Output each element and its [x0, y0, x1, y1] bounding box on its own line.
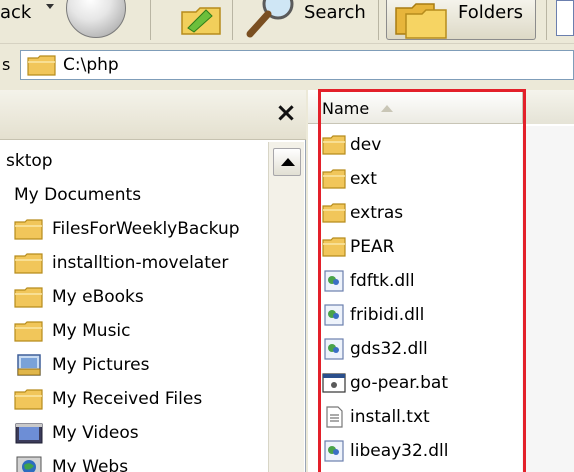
webs-folder-icon: [16, 456, 42, 472]
close-icon[interactable]: ×: [272, 99, 300, 127]
list-item[interactable]: gds32.dll: [322, 332, 428, 366]
tree-item-label: FilesForWeeklyBackup: [52, 219, 240, 239]
dll-icon: [324, 304, 344, 326]
list-item[interactable]: fribidi.dll: [322, 298, 424, 332]
tree-item-label: My Pictures: [52, 355, 150, 375]
toolbar-separator: [378, 0, 379, 40]
list-item[interactable]: dev: [322, 128, 381, 162]
folder-icon: [14, 389, 43, 410]
toolbar-separator: [546, 0, 547, 40]
folders-icon: [395, 3, 447, 39]
column-header-row: Name: [308, 90, 574, 124]
address-label: s: [2, 55, 11, 74]
tree-item-my-received-files[interactable]: My Received Files: [14, 382, 202, 416]
tree-item-label: sktop: [6, 151, 53, 171]
txt-icon: [326, 406, 343, 428]
next-column-header[interactable]: [522, 90, 574, 124]
search-button[interactable]: Search: [304, 0, 366, 38]
folders-label-wrap: Folders: [458, 0, 523, 38]
address-bar: s C:\php: [0, 46, 574, 84]
file-name: install.txt: [350, 407, 430, 427]
folders-pane-header: ×: [0, 90, 306, 140]
tree-item-label: My eBooks: [52, 287, 144, 307]
bat-icon: [322, 373, 346, 393]
pictures-folder-icon: [17, 354, 41, 376]
search-label: Search: [304, 1, 366, 23]
forward-button[interactable]: [66, 0, 126, 38]
toolbar-separator: [150, 0, 151, 40]
dll-icon: [324, 338, 344, 360]
folder-icon: [14, 219, 43, 240]
file-list-empty-column: [522, 126, 574, 472]
name-column-header[interactable]: Name: [322, 94, 394, 122]
list-item[interactable]: install.txt: [322, 400, 430, 434]
tree-item-my-webs[interactable]: My Webs: [14, 450, 128, 472]
tree-item-my-documents[interactable]: My Documents: [14, 178, 141, 212]
tree-item-desktop[interactable]: sktop: [6, 144, 53, 178]
tree-item-label: My Music: [52, 321, 131, 341]
file-name: gds32.dll: [350, 339, 428, 359]
address-input[interactable]: C:\php: [20, 50, 574, 80]
folders-label: Folders: [458, 1, 524, 23]
back-label: ack: [0, 1, 32, 23]
back-dropdown-arrow-icon[interactable]: [46, 4, 54, 10]
folder-icon: [322, 203, 346, 223]
folder-icon: [322, 135, 346, 155]
folder-tree-pane: × sktop My Documents FilesForWeeklyBacku…: [0, 90, 306, 472]
views-icon[interactable]: [556, 0, 574, 36]
folder-icon: [322, 237, 346, 257]
toolbar-separator: [232, 0, 233, 40]
tree-item-label: My Received Files: [52, 389, 203, 409]
tree-item-my-music[interactable]: My Music: [14, 314, 131, 348]
dll-icon: [324, 440, 344, 462]
tree-scrollbar[interactable]: [268, 142, 304, 472]
back-button[interactable]: ack: [0, 0, 31, 38]
tree-item-my-ebooks[interactable]: My eBooks: [14, 280, 144, 314]
folder-icon: [14, 253, 43, 274]
file-name: ext: [350, 169, 377, 189]
tree-item-my-pictures[interactable]: My Pictures: [14, 348, 149, 382]
tree-item-installtion-movelater[interactable]: installtion-movelater: [14, 246, 228, 280]
file-name: PEAR: [350, 237, 395, 257]
dll-icon: [324, 270, 344, 292]
list-item[interactable]: libeay32.dll: [322, 434, 448, 468]
file-name: libeay32.dll: [350, 441, 449, 461]
tree-item-my-videos[interactable]: My Videos: [14, 416, 139, 450]
file-list-pane: Name dev ext extras PEAR fdftk.dll fribi…: [308, 90, 574, 472]
up-folder-icon[interactable]: [176, 0, 228, 38]
list-item[interactable]: fdftk.dll: [322, 264, 415, 298]
tree-item-filesforweeklybackup[interactable]: FilesForWeeklyBackup: [14, 212, 240, 246]
list-item[interactable]: ext: [322, 162, 377, 196]
folder-icon: [322, 169, 346, 189]
list-item[interactable]: PEAR: [322, 230, 394, 264]
folder-icon: [14, 321, 43, 342]
tree-item-label: installtion-movelater: [52, 253, 229, 273]
tree-item-label: My Webs: [52, 457, 129, 472]
list-item[interactable]: go-pear.bat: [322, 366, 448, 400]
name-column-label: Name: [322, 98, 370, 118]
file-name: dev: [350, 135, 382, 155]
file-name: fdftk.dll: [350, 271, 415, 291]
search-icon[interactable]: [244, 0, 300, 40]
videos-folder-icon: [15, 423, 43, 444]
sort-ascending-icon: [381, 104, 394, 112]
address-path: C:\php: [63, 55, 119, 75]
list-item[interactable]: extras: [322, 196, 403, 230]
scroll-up-arrow-icon[interactable]: [273, 148, 301, 176]
tree-item-label: My Videos: [52, 423, 139, 443]
file-name: go-pear.bat: [350, 373, 449, 393]
toolbar: ack Search Folders: [0, 0, 574, 44]
file-name: extras: [350, 203, 404, 223]
tree-item-label: My Documents: [14, 185, 142, 205]
folder-icon: [27, 55, 56, 76]
file-name: fribidi.dll: [350, 305, 425, 325]
folder-icon: [14, 287, 43, 308]
